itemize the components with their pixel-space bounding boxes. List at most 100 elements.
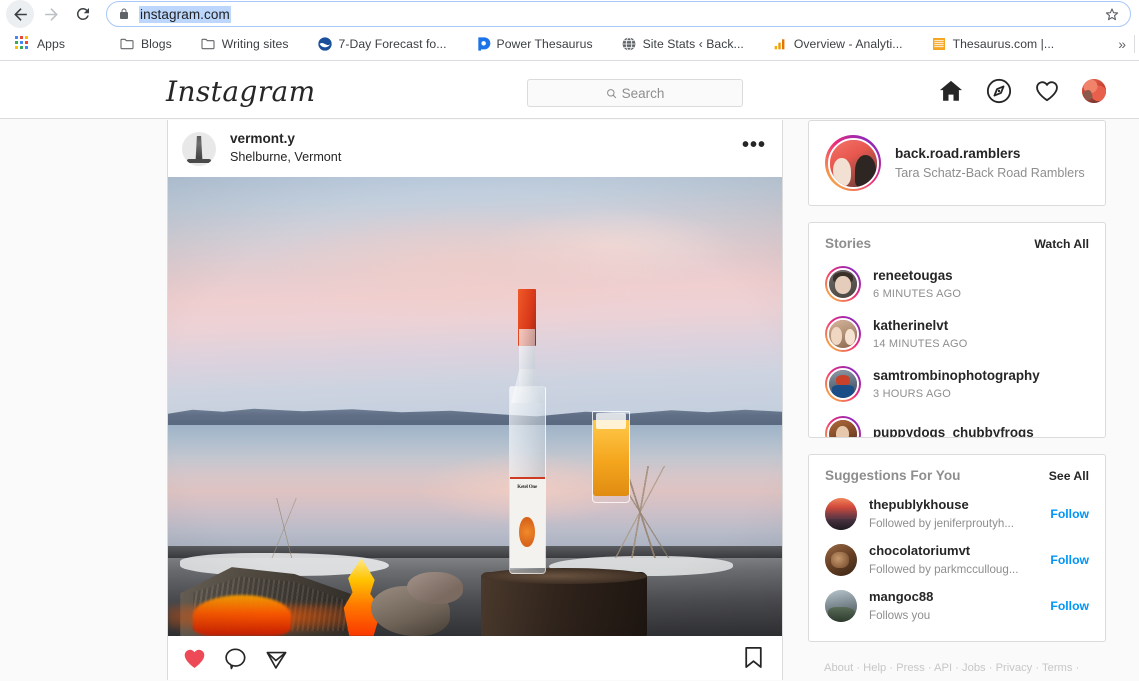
post-author-meta: vermont.y Shelburne, Vermont — [230, 131, 341, 166]
suggestion-subtitle: Followed by jeniferproutyh... — [869, 516, 1014, 530]
avatar-image — [825, 543, 857, 576]
post-location[interactable]: Shelburne, Vermont — [230, 150, 341, 166]
explore-icon[interactable] — [986, 78, 1012, 104]
story-avatar-ring[interactable] — [825, 266, 861, 302]
browser-chrome: instagram.com Apps Blogs Writing sites 7… — [0, 0, 1139, 63]
story-avatar — [827, 418, 859, 437]
suggestions-list: thepublykhouse Followed by jeniferprouty… — [809, 489, 1105, 641]
suggestion-subtitle: Followed by parkmcculloug... — [869, 562, 1019, 576]
suggestion-username[interactable]: chocolatoriumvt — [869, 543, 1044, 560]
suggestion-avatar[interactable] — [825, 589, 857, 622]
post-header: vermont.y Shelburne, Vermont ••• — [168, 120, 782, 177]
suggestion-text: thepublykhouse Followed by jeniferprouty… — [869, 497, 1044, 531]
avatar-image — [195, 135, 203, 162]
bookmark-blogs[interactable]: Blogs — [112, 33, 179, 55]
arrow-right-icon — [44, 7, 58, 21]
home-icon[interactable] — [938, 78, 964, 104]
profile-avatar[interactable] — [1082, 79, 1106, 103]
follow-button[interactable]: Follow — [1050, 507, 1089, 521]
address-bar-url[interactable]: instagram.com — [139, 5, 231, 23]
bookmark-label: Blogs — [140, 37, 172, 51]
story-username[interactable]: samtrombinophotography — [873, 367, 1040, 384]
bookmark-analytics-overview[interactable]: Overview - Analyti... — [765, 33, 910, 55]
story-timestamp: 6 MINUTES AGO — [873, 287, 962, 300]
follow-button[interactable]: Follow — [1050, 553, 1089, 567]
navbar-icons — [938, 78, 1106, 104]
bookmark-site-stats[interactable]: Site Stats ‹ Back... — [614, 33, 751, 55]
bookmark-forecast[interactable]: 7-Day Forecast fo... — [310, 33, 454, 55]
story-item[interactable]: samtrombinophotography 3 HOURS AGO — [809, 359, 1105, 409]
suggestion-item[interactable]: thepublykhouse Followed by jeniferprouty… — [809, 491, 1105, 537]
story-item[interactable]: reneetougas 6 MINUTES AGO — [809, 259, 1105, 309]
stories-list: reneetougas 6 MINUTES AGO katherinelvt 1… — [809, 257, 1105, 437]
story-username[interactable]: reneetougas — [873, 267, 961, 284]
story-username[interactable]: katherinelvt — [873, 317, 968, 334]
bookmarks-bar: Apps Blogs Writing sites 7-Day Forecast … — [0, 28, 1139, 61]
suggestions-header: Suggestions For You See All — [809, 455, 1105, 489]
suggestions-card: Suggestions For You See All thepublykhou… — [808, 454, 1106, 642]
bookmark-apps[interactable]: Apps — [8, 33, 72, 55]
story-avatar-ring[interactable] — [825, 416, 861, 437]
story-avatar — [827, 368, 859, 400]
stories-title: Stories — [825, 236, 872, 251]
avatar-image — [825, 589, 857, 622]
follow-button[interactable]: Follow — [1050, 599, 1089, 613]
footer-links-text[interactable]: About · Help · Press · API · Jobs · Priv… — [824, 662, 1079, 674]
sidebar-profile-avatar — [827, 137, 879, 189]
sidebar-profile-avatar-ring[interactable] — [825, 135, 881, 191]
bookmark-power-thesaurus[interactable]: Power Thesaurus — [468, 33, 600, 55]
star-icon[interactable] — [1104, 6, 1120, 22]
photo-vignette — [168, 177, 782, 636]
avatar-image — [829, 370, 857, 398]
suggestion-subtitle: Follows you — [869, 608, 931, 622]
post-photo[interactable]: Ketel One — [168, 177, 782, 636]
share-paper-plane-icon[interactable] — [264, 646, 289, 671]
bookmark-label: Writing sites — [221, 37, 289, 51]
post-options-button[interactable]: ••• — [742, 135, 766, 155]
address-bar[interactable]: instagram.com — [106, 1, 1131, 27]
story-avatar-ring[interactable] — [825, 316, 861, 352]
bookmark-thesaurus-com[interactable]: Thesaurus.com |... — [924, 33, 1062, 55]
suggestion-text: chocolatoriumvt Followed by parkmccullou… — [869, 543, 1044, 577]
story-avatar — [827, 268, 859, 300]
suggestion-item[interactable]: chocolatoriumvt Followed by parkmccullou… — [809, 537, 1105, 583]
sidebar-profile-username[interactable]: back.road.ramblers — [895, 145, 1085, 163]
forward-button[interactable] — [36, 0, 66, 28]
story-item[interactable]: puppydogs_chubbyfrogs — [809, 409, 1105, 437]
bookmark-icon[interactable] — [741, 645, 766, 670]
bookmark-label: 7-Day Forecast fo... — [338, 37, 447, 51]
comment-icon[interactable] — [223, 646, 248, 671]
see-all-button[interactable]: See All — [1049, 469, 1089, 483]
activity-heart-icon[interactable] — [1034, 78, 1060, 104]
suggestion-avatar[interactable] — [825, 543, 857, 576]
bookmarks-overflow-button[interactable]: » — [1110, 36, 1134, 52]
sidebar-profile-row[interactable]: back.road.ramblers Tara Schatz-Back Road… — [809, 121, 1105, 205]
bookmark-label: Apps — [37, 37, 65, 51]
suggestion-avatar[interactable] — [825, 497, 857, 530]
apps-grid-icon — [15, 36, 31, 52]
bookmark-writing-sites[interactable]: Writing sites — [193, 33, 296, 55]
watch-all-button[interactable]: Watch All — [1034, 237, 1089, 251]
story-avatar-ring[interactable] — [825, 366, 861, 402]
post-actions-right — [741, 645, 766, 670]
reload-button[interactable] — [68, 0, 98, 28]
suggestion-item[interactable]: mangoc88 Follows you Follow — [809, 583, 1105, 629]
back-button[interactable] — [6, 0, 34, 28]
story-text: reneetougas 6 MINUTES AGO — [873, 267, 961, 301]
search-input[interactable]: Search — [527, 79, 743, 107]
story-text: katherinelvt 14 MINUTES AGO — [873, 317, 968, 351]
post-action-bar — [168, 636, 782, 680]
post-author-avatar[interactable] — [182, 131, 216, 166]
story-item[interactable]: katherinelvt 14 MINUTES AGO — [809, 309, 1105, 359]
heart-filled-icon[interactable] — [182, 646, 207, 671]
browser-toolbar: instagram.com — [0, 0, 1139, 28]
sidebar: back.road.ramblers Tara Schatz-Back Road… — [808, 120, 1106, 678]
suggestion-username[interactable]: mangoc88 — [869, 589, 1044, 606]
suggestion-username[interactable]: thepublykhouse — [869, 497, 1044, 514]
avatar-image — [829, 139, 877, 187]
post-card: vermont.y Shelburne, Vermont ••• — [167, 120, 783, 680]
instagram-logo[interactable]: Instagram — [166, 75, 316, 108]
post-author-username[interactable]: vermont.y — [230, 131, 341, 148]
story-username[interactable]: puppydogs_chubbyfrogs — [873, 424, 1034, 437]
search-icon — [606, 88, 616, 98]
